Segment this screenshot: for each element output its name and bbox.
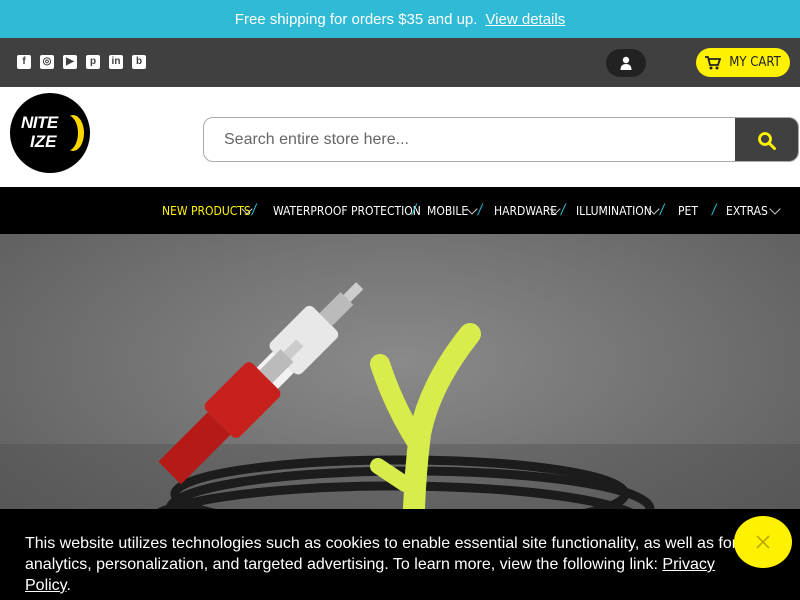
instagram-icon[interactable]: ◎ bbox=[40, 55, 54, 69]
header: NITE IZE Search entire store here... bbox=[0, 87, 800, 187]
close-icon bbox=[756, 535, 770, 549]
cookie-message: This website utilizes technologies such … bbox=[25, 533, 745, 596]
close-cookie-button[interactable] bbox=[734, 516, 792, 568]
pinterest-icon[interactable]: p bbox=[86, 55, 100, 69]
linkedin-icon[interactable]: in bbox=[109, 55, 123, 69]
search-icon bbox=[757, 131, 776, 150]
nav-extras[interactable]: EXTRAS bbox=[726, 204, 768, 218]
nav-waterproof-protection[interactable]: WATERPROOF PROTECTION bbox=[273, 204, 421, 218]
promo-bar: Free shipping for orders $35 and up. Vie… bbox=[0, 0, 800, 38]
youtube-icon[interactable]: ▶ bbox=[63, 55, 77, 69]
my-cart-button[interactable]: MY CART bbox=[696, 48, 790, 77]
nav-mobile[interactable]: MOBILE bbox=[427, 204, 468, 218]
shopping-cart-icon bbox=[705, 55, 722, 69]
blog-icon[interactable]: b bbox=[132, 55, 146, 69]
nav-separator: / bbox=[412, 202, 417, 218]
nav-new-products[interactable]: NEW PRODUCTS bbox=[162, 204, 251, 218]
nav-pet[interactable]: PET bbox=[678, 204, 698, 218]
nav-separator: / bbox=[252, 202, 257, 218]
cart-label: MY CART bbox=[729, 55, 781, 70]
cookie-text-end: . bbox=[66, 577, 71, 594]
nav-illumination[interactable]: ILLUMINATION bbox=[576, 204, 652, 218]
top-bar: f ◎ ▶ p in b MY CART bbox=[0, 38, 800, 87]
nav-separator: / bbox=[561, 202, 566, 218]
nav-separator: / bbox=[478, 202, 483, 218]
chevron-down-icon[interactable] bbox=[769, 203, 781, 215]
search-bar: Search entire store here... bbox=[203, 117, 799, 162]
nav-hardware[interactable]: HARDWARE bbox=[494, 204, 557, 218]
account-button[interactable] bbox=[606, 49, 646, 77]
facebook-icon[interactable]: f bbox=[17, 55, 31, 69]
main-nav: NEW PRODUCTS / WATERPROOF PROTECTION / M… bbox=[0, 187, 800, 234]
user-icon bbox=[620, 56, 632, 70]
logo-text-ize: IZE bbox=[30, 132, 57, 151]
moon-icon bbox=[62, 115, 84, 151]
search-button[interactable] bbox=[735, 118, 798, 161]
cookie-text: This website utilizes technologies such … bbox=[25, 535, 738, 573]
nav-separator: / bbox=[660, 202, 665, 218]
nav-separator: / bbox=[712, 202, 717, 218]
cookie-banner: This website utilizes technologies such … bbox=[0, 509, 800, 600]
search-input[interactable]: Search entire store here... bbox=[224, 131, 409, 149]
nite-ize-logo[interactable]: NITE IZE bbox=[10, 93, 90, 173]
promo-text: Free shipping for orders $35 and up. bbox=[234, 10, 478, 28]
logo-text-nite: NITE bbox=[21, 113, 58, 132]
social-links: f ◎ ▶ p in b bbox=[17, 55, 146, 69]
view-details-link[interactable]: View details bbox=[485, 11, 565, 28]
